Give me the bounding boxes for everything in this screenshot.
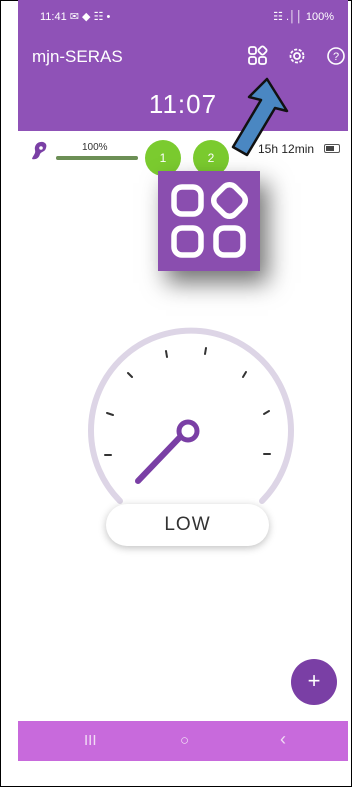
recent-apps-button[interactable]: III xyxy=(84,732,97,749)
home-button[interactable]: ○ xyxy=(180,732,189,749)
apps-grid-icon xyxy=(171,181,249,258)
status-right-icons: ☷ .││ 100% xyxy=(273,11,334,23)
status-notification-icons: ✉ ◆ ☷ • xyxy=(69,11,111,23)
apps-grid-icon[interactable] xyxy=(247,45,269,67)
battery-level-fill xyxy=(56,156,138,160)
apps-icon-zoom-callout xyxy=(158,171,260,271)
header-clock: 11:07 xyxy=(148,89,218,119)
help-question-icon[interactable]: ? xyxy=(325,45,347,67)
settings-gear-icon[interactable] xyxy=(286,45,308,67)
status-left: 11:41 ✉ ◆ ☷ • xyxy=(40,10,110,23)
svg-text:?: ? xyxy=(333,51,339,63)
battery-level-bar xyxy=(56,156,138,160)
hearing-aid-icon xyxy=(32,141,47,160)
pointer-arrow-annotation xyxy=(231,77,289,157)
status-time: 11:41 xyxy=(40,11,67,23)
mode-low-button[interactable]: LOW xyxy=(106,504,269,546)
add-fab-button[interactable]: + xyxy=(291,659,337,705)
app-title: mjn-SERAS xyxy=(32,47,123,66)
status-bar: 11:41 ✉ ◆ ☷ • ☷ .││ 100% xyxy=(18,7,338,27)
battery-percent-label: 100% xyxy=(82,142,108,153)
back-button[interactable]: ‹ xyxy=(280,729,286,750)
android-navigation-bar: III ○ ‹ xyxy=(18,721,348,761)
battery-icon xyxy=(324,144,340,153)
